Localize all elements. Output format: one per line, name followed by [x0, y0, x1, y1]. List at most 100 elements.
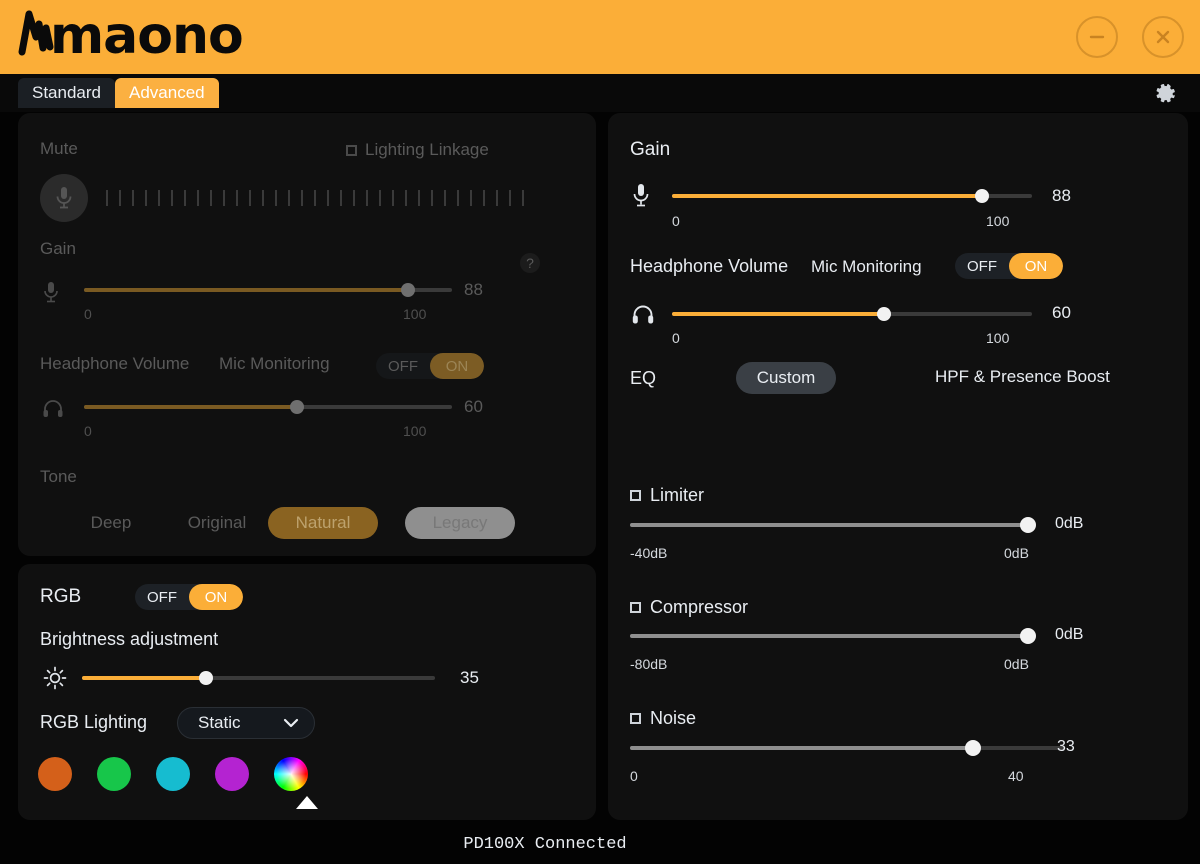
- tab-advanced[interactable]: Advanced: [115, 78, 219, 108]
- eq-label: EQ: [630, 368, 657, 388]
- standard-headphone-value: 60: [464, 397, 483, 416]
- standard-gain-fill: [84, 288, 408, 292]
- lighting-linkage-label: Lighting Linkage: [365, 140, 489, 159]
- brand-name: maono: [50, 6, 244, 66]
- help-icon[interactable]: ?: [520, 253, 540, 273]
- noise-value: 33: [1057, 738, 1075, 755]
- adv-headphone-slider[interactable]: [672, 305, 1032, 323]
- adv-headphone-knob[interactable]: [877, 307, 892, 321]
- color-swatch-magenta[interactable]: [215, 757, 249, 791]
- rgb-toggle-off[interactable]: OFF: [135, 584, 189, 610]
- tone-option-original[interactable]: Original: [170, 507, 264, 539]
- noise-max: 40: [1008, 768, 1024, 784]
- adv-gain-microphone-icon: [633, 184, 649, 207]
- adv-headphone-fill: [672, 312, 885, 316]
- color-swatch-green[interactable]: [97, 757, 131, 791]
- adv-gain-label: Gain: [630, 139, 671, 160]
- noise-checkbox[interactable]: [630, 713, 641, 724]
- limiter-knob[interactable]: [1020, 517, 1036, 533]
- standard-mic-monitoring-toggle[interactable]: OFF ON: [376, 353, 484, 379]
- noise-fill: [630, 746, 973, 750]
- rgb-lighting-mode: Static: [198, 713, 241, 732]
- chevron-down-icon: [283, 718, 299, 728]
- standard-gain-slider[interactable]: [84, 281, 452, 299]
- adv-headphone-icon: [632, 305, 654, 324]
- compressor-knob[interactable]: [1020, 628, 1036, 644]
- tab-standard-label: Standard: [32, 83, 101, 102]
- color-wheel-swatch[interactable]: [274, 757, 308, 791]
- rgb-toggle[interactable]: OFF ON: [135, 584, 243, 610]
- brightness-knob[interactable]: [198, 671, 213, 685]
- limiter-label: Limiter: [650, 485, 705, 505]
- noise-row[interactable]: Noise: [630, 708, 696, 729]
- standard-headphone-slider[interactable]: [84, 398, 452, 416]
- status-bar: PD100X Connected: [463, 835, 627, 854]
- standard-monitor-off[interactable]: OFF: [376, 353, 430, 379]
- lighting-linkage-row[interactable]: Lighting Linkage: [346, 140, 489, 160]
- brightness-fill: [82, 676, 206, 680]
- rgb-panel: RGB OFF ON Brightness adjustment 35 RGB …: [18, 564, 596, 820]
- standard-headphone-fill: [84, 405, 298, 409]
- minimize-button[interactable]: [1076, 16, 1118, 58]
- standard-gain-knob[interactable]: [400, 283, 415, 297]
- tab-advanced-label: Advanced: [129, 83, 205, 102]
- standard-gain-min: 0: [84, 306, 92, 322]
- headphone-icon: [43, 400, 63, 417]
- adv-mic-monitoring-toggle[interactable]: OFF ON: [955, 253, 1063, 279]
- standard-headphone-knob[interactable]: [290, 400, 305, 414]
- adv-monitor-off[interactable]: OFF: [955, 253, 1009, 279]
- noise-slider[interactable]: [630, 739, 1064, 757]
- standard-monitor-on[interactable]: ON: [430, 353, 484, 379]
- selected-swatch-indicator: [296, 796, 318, 809]
- noise-label: Noise: [650, 708, 697, 728]
- brightness-label: Brightness adjustment: [40, 629, 219, 649]
- rgb-lighting-label: RGB Lighting: [40, 712, 148, 732]
- rgb-toggle-on[interactable]: ON: [189, 584, 243, 610]
- adv-headphone-label: Headphone Volume: [630, 256, 789, 276]
- limiter-checkbox[interactable]: [630, 490, 641, 501]
- limiter-slider[interactable]: [630, 516, 1036, 534]
- tone-option-natural[interactable]: Natural: [268, 507, 378, 539]
- rgb-color-swatches: [38, 757, 308, 791]
- window-controls: [1076, 16, 1184, 58]
- limiter-track: [630, 523, 1034, 527]
- adv-gain-knob[interactable]: [974, 189, 989, 203]
- brightness-slider[interactable]: [82, 669, 435, 687]
- close-button[interactable]: [1142, 16, 1184, 58]
- compressor-slider[interactable]: [630, 627, 1036, 645]
- limiter-max: 0dB: [1004, 545, 1029, 561]
- color-swatch-cyan[interactable]: [156, 757, 190, 791]
- minimize-icon: [1089, 35, 1105, 39]
- rgb-lighting-dropdown[interactable]: Static: [177, 707, 315, 739]
- compressor-row[interactable]: Compressor: [630, 597, 748, 618]
- limiter-row[interactable]: Limiter: [630, 485, 704, 506]
- compressor-track: [630, 634, 1034, 638]
- color-swatch-orange[interactable]: [38, 757, 72, 791]
- microphone-icon: [56, 187, 72, 209]
- compressor-checkbox[interactable]: [630, 602, 641, 613]
- standard-settings-panel: Mute Lighting Linkage ? Gain 88 0 100 He…: [18, 113, 596, 556]
- tone-option-deep[interactable]: Deep: [66, 507, 156, 539]
- mute-button[interactable]: [40, 174, 88, 222]
- eq-custom-button[interactable]: Custom: [736, 362, 836, 394]
- adv-gain-slider[interactable]: [672, 187, 1032, 205]
- gear-icon: [1156, 83, 1175, 103]
- adv-monitor-on[interactable]: ON: [1009, 253, 1063, 279]
- tone-option-legacy[interactable]: Legacy: [405, 507, 515, 539]
- adv-mic-monitoring-label: Mic Monitoring: [811, 257, 922, 276]
- standard-headphone-min: 0: [84, 423, 92, 439]
- gain-microphone-icon: [44, 282, 58, 303]
- tab-bar: Standard Advanced: [0, 74, 1200, 112]
- compressor-label: Compressor: [650, 597, 749, 617]
- standard-gain-value: 88: [464, 280, 483, 299]
- app-window: maono Standard Advanced Mute Lighting Li…: [0, 0, 1200, 864]
- input-level-meter: [106, 190, 524, 206]
- settings-button[interactable]: [1154, 82, 1178, 111]
- standard-headphone-max: 100: [403, 423, 427, 439]
- brightness-value: 35: [460, 668, 479, 687]
- adv-gain-min: 0: [672, 213, 680, 229]
- noise-knob[interactable]: [964, 740, 981, 756]
- tab-standard[interactable]: Standard: [18, 78, 115, 108]
- noise-min: 0: [630, 768, 638, 784]
- lighting-linkage-checkbox[interactable]: [346, 144, 357, 156]
